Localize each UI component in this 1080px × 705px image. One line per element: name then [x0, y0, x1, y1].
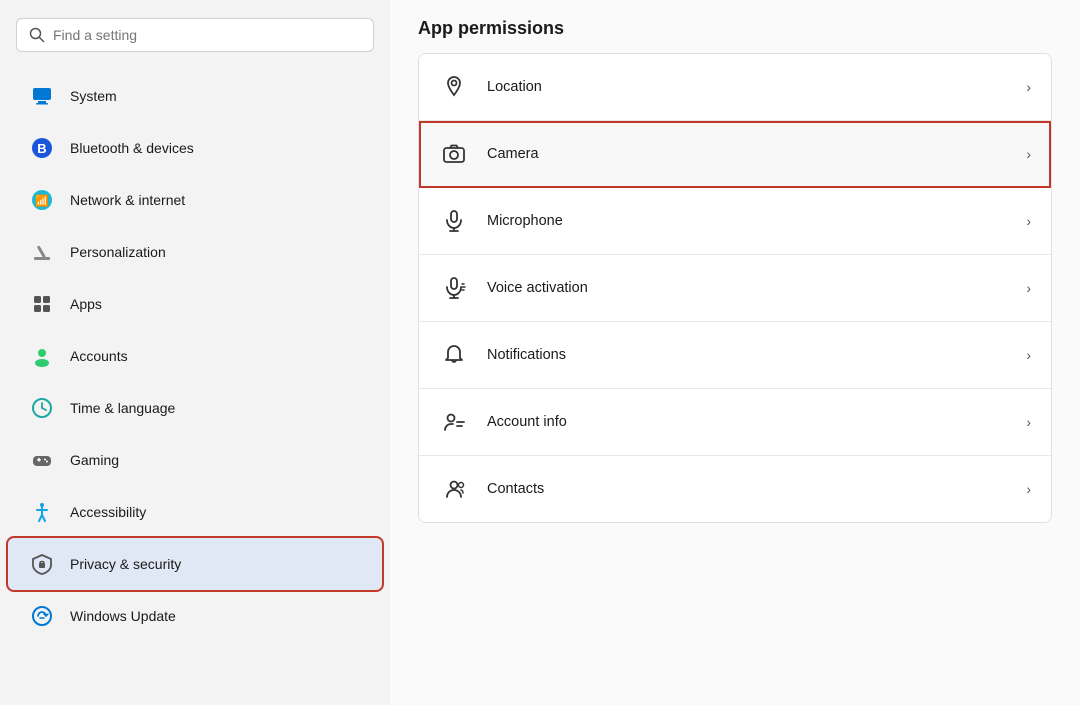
svg-text:B: B: [37, 141, 46, 156]
update-icon: [28, 602, 56, 630]
permission-item-location[interactable]: Location ›: [419, 54, 1051, 121]
permission-location-label: Location: [487, 79, 1008, 95]
search-icon: [29, 27, 45, 43]
sidebar-item-privacy[interactable]: Privacy & security: [8, 538, 382, 590]
sidebar-item-update-label: Windows Update: [70, 608, 176, 624]
account-info-icon: [439, 407, 469, 437]
main-content: App permissions Location › Camer: [390, 0, 1080, 705]
sidebar-item-accounts-label: Accounts: [70, 348, 128, 364]
svg-text:📶: 📶: [35, 195, 49, 208]
permission-camera-label: Camera: [487, 146, 1008, 162]
sidebar-item-gaming[interactable]: Gaming: [8, 434, 382, 486]
contacts-chevron: ›: [1026, 481, 1031, 497]
permission-account-info-label: Account info: [487, 414, 1008, 430]
sidebar-item-personalization-label: Personalization: [70, 244, 166, 260]
permission-list: Location › Camera ›: [418, 53, 1052, 523]
sidebar: System B Bluetooth & devices 📶 Network &…: [0, 0, 390, 705]
microphone-chevron: ›: [1026, 213, 1031, 229]
sidebar-item-time[interactable]: Time & language: [8, 382, 382, 434]
permission-contacts-label: Contacts: [487, 481, 1008, 497]
personalization-icon: [28, 238, 56, 266]
bluetooth-icon: B: [28, 134, 56, 162]
sidebar-item-privacy-label: Privacy & security: [70, 556, 181, 572]
notifications-icon: [439, 340, 469, 370]
permission-item-account-info[interactable]: Account info ›: [419, 389, 1051, 456]
camera-icon: [439, 139, 469, 169]
sidebar-item-apps-label: Apps: [70, 296, 102, 312]
permission-notifications-label: Notifications: [487, 347, 1008, 363]
voice-chevron: ›: [1026, 280, 1031, 296]
sidebar-item-personalization[interactable]: Personalization: [8, 226, 382, 278]
section-title: App permissions: [418, 0, 1052, 53]
location-chevron: ›: [1026, 79, 1031, 95]
sidebar-item-system[interactable]: System: [8, 70, 382, 122]
account-info-chevron: ›: [1026, 414, 1031, 430]
camera-chevron: ›: [1026, 146, 1031, 162]
sidebar-item-system-label: System: [70, 88, 117, 104]
microphone-icon: [439, 206, 469, 236]
privacy-icon: [28, 550, 56, 578]
sidebar-item-network-label: Network & internet: [70, 192, 185, 208]
accessibility-icon: [28, 498, 56, 526]
sidebar-item-gaming-label: Gaming: [70, 452, 119, 468]
permission-item-notifications[interactable]: Notifications ›: [419, 322, 1051, 389]
permission-item-contacts[interactable]: Contacts ›: [419, 456, 1051, 522]
permission-item-microphone[interactable]: Microphone ›: [419, 188, 1051, 255]
search-input[interactable]: [53, 27, 361, 43]
search-box[interactable]: [16, 18, 374, 52]
time-icon: [28, 394, 56, 422]
network-icon: 📶: [28, 186, 56, 214]
permission-item-camera[interactable]: Camera ›: [419, 121, 1051, 188]
sidebar-item-time-label: Time & language: [70, 400, 175, 416]
voice-icon: [439, 273, 469, 303]
sidebar-item-network[interactable]: 📶 Network & internet: [8, 174, 382, 226]
sidebar-item-bluetooth[interactable]: B Bluetooth & devices: [8, 122, 382, 174]
notifications-chevron: ›: [1026, 347, 1031, 363]
gaming-icon: [28, 446, 56, 474]
permission-voice-label: Voice activation: [487, 280, 1008, 296]
sidebar-item-bluetooth-label: Bluetooth & devices: [70, 140, 194, 156]
permission-microphone-label: Microphone: [487, 213, 1008, 229]
apps-icon: [28, 290, 56, 318]
sidebar-item-apps[interactable]: Apps: [8, 278, 382, 330]
sidebar-item-accounts[interactable]: Accounts: [8, 330, 382, 382]
contacts-icon: [439, 474, 469, 504]
sidebar-item-update[interactable]: Windows Update: [8, 590, 382, 642]
system-icon: [28, 82, 56, 110]
sidebar-item-accessibility[interactable]: Accessibility: [8, 486, 382, 538]
sidebar-item-accessibility-label: Accessibility: [70, 504, 146, 520]
permission-item-voice[interactable]: Voice activation ›: [419, 255, 1051, 322]
accounts-icon: [28, 342, 56, 370]
location-icon: [439, 72, 469, 102]
